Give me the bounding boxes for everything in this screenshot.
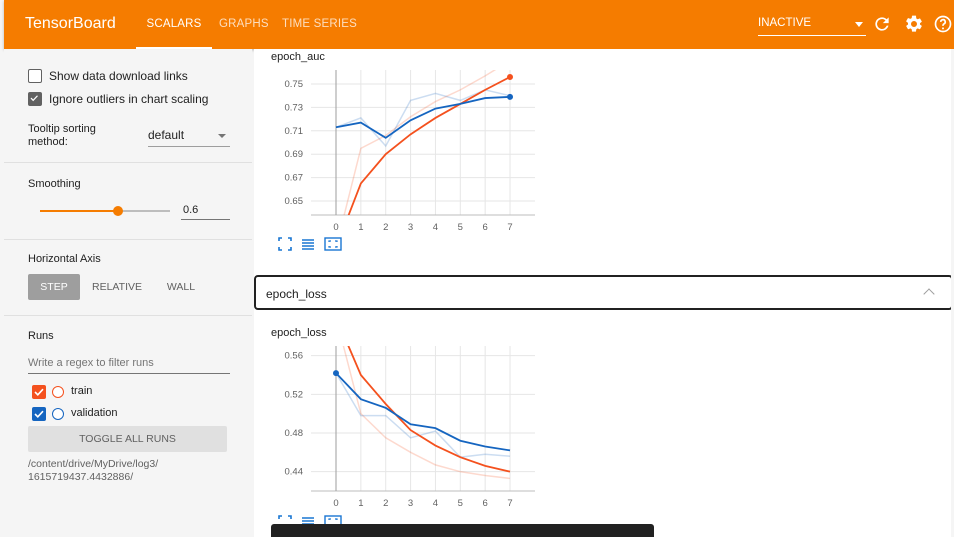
y-tick-label: 0.69 [285, 149, 304, 160]
run-name: train [71, 385, 93, 397]
x-tick-label: 2 [383, 498, 388, 509]
chart-title: epoch_loss [271, 327, 327, 339]
fit-domain-icon[interactable] [278, 237, 296, 251]
x-tick-label: 1 [358, 498, 363, 509]
y-tick-label: 0.75 [285, 79, 304, 90]
runs-filter-input[interactable]: Write a regex to filter runs [28, 356, 230, 374]
tab-time-series[interactable]: TIME SERIES [282, 0, 357, 49]
tooltip-sorting-label: Tooltip sorting method: [28, 123, 96, 148]
smoothing-value-input[interactable]: 0.6 [181, 200, 230, 220]
expand-chart-icon[interactable] [324, 237, 342, 251]
chevron-down-icon [855, 22, 863, 27]
refresh-icon[interactable] [872, 14, 892, 34]
y-tick-label: 0.56 [285, 351, 304, 362]
series-line-train [347, 346, 511, 473]
smoothing-slider-fill [40, 210, 118, 212]
group-header-title: epoch_loss [266, 287, 327, 301]
axis-step-button[interactable]: STEP [28, 274, 80, 300]
tooltip-sorting-select[interactable]: default [148, 125, 230, 147]
log-directory-path: /content/drive/MyDrive/log3/ 1615719437.… [28, 458, 159, 483]
y-tick-label: 0.44 [285, 467, 304, 478]
show-download-links-label: Show data download links [49, 69, 188, 83]
data-point-train [507, 74, 514, 81]
x-tick-label: 7 [507, 498, 512, 509]
chart-epoch-loss[interactable]: 0 1 2 3 4 5 6 7 0.56 0.52 0.48 0.44 [254, 341, 554, 511]
chart-title: epoch_auc [271, 51, 325, 63]
x-tick-label: 7 [507, 222, 512, 233]
data-point-validation [507, 93, 514, 100]
checkbox-checked-icon[interactable] [32, 385, 46, 399]
x-tick-label: 5 [458, 222, 463, 233]
reload-status-value: INACTIVE [758, 17, 812, 29]
x-tick-label: 0 [333, 222, 338, 233]
run-name: validation [71, 407, 118, 419]
smoothing-slider-thumb[interactable] [113, 206, 123, 216]
runs-label: Runs [28, 330, 54, 342]
top-app-bar: TensorBoard SCALARS GRAPHS TIME SERIES I… [4, 0, 954, 49]
group-header-epoch-loss[interactable]: epoch_loss [254, 275, 953, 310]
x-tick-label: 6 [483, 222, 488, 233]
chevron-up-icon[interactable] [923, 288, 935, 300]
smoothing-label: Smoothing [28, 178, 81, 190]
x-tick-label: 2 [383, 222, 388, 233]
chart-toolbar [278, 237, 347, 251]
x-tick-label: 4 [433, 498, 438, 509]
x-tick-label: 0 [333, 498, 338, 509]
y-tick-label: 0.52 [285, 389, 304, 400]
axis-wall-button[interactable]: WALL [156, 274, 206, 300]
x-tick-label: 1 [358, 222, 363, 233]
chart-epoch-auc[interactable]: 0 1 2 3 4 5 6 7 0.75 0.73 0.71 0.69 0.67 0.65 [254, 65, 554, 235]
x-tick-label: 6 [483, 498, 488, 509]
series-line-train [347, 76, 511, 215]
chevron-down-icon [218, 134, 226, 138]
run-color-circle-icon[interactable] [52, 386, 64, 398]
tab-scalars[interactable]: SCALARS [136, 0, 212, 49]
reload-status-select[interactable]: INACTIVE [758, 12, 866, 36]
horizontal-axis-label: Horizontal Axis [28, 253, 101, 265]
tooltip-sorting-value: default [148, 128, 185, 142]
tab-graphs[interactable]: GRAPHS [219, 0, 269, 49]
y-tick-label: 0.73 [285, 102, 304, 113]
y-tick-label: 0.65 [285, 196, 304, 207]
toggle-all-runs-button[interactable]: TOGGLE ALL RUNS [28, 426, 227, 452]
ignore-outliers-label: Ignore outliers in chart scaling [49, 92, 209, 106]
gear-icon[interactable] [904, 14, 924, 34]
data-table-icon[interactable] [301, 237, 319, 251]
series-line-validation [335, 95, 511, 139]
checkbox-checked-icon[interactable] [32, 407, 46, 421]
tab-scalars-label: SCALARS [146, 18, 202, 30]
y-tick-label: 0.48 [285, 428, 304, 439]
raw-series-line-train [342, 346, 511, 480]
checkbox-unchecked-icon [28, 69, 42, 83]
axis-relative-button[interactable]: RELATIVE [86, 274, 148, 300]
divider [4, 315, 252, 316]
settings-section: Show data download links Ignore outliers… [4, 49, 252, 163]
checkbox-checked-icon [28, 92, 42, 106]
x-tick-label: 3 [408, 498, 413, 509]
x-tick-label: 4 [433, 222, 438, 233]
y-tick-label: 0.71 [285, 126, 304, 137]
main-content: epoch_auc 0 1 2 3 4 5 6 7 0.75 0.73 0.71 0.69 0.67 0.… [254, 49, 954, 537]
data-point-validation [333, 370, 339, 377]
x-tick-label: 5 [458, 498, 463, 509]
raw-series-line-validation [335, 372, 511, 458]
y-tick-label: 0.67 [285, 173, 304, 184]
help-icon[interactable] [933, 14, 953, 34]
brand-title: TensorBoard [25, 15, 116, 32]
x-tick-label: 3 [408, 222, 413, 233]
sidebar: Show data download links Ignore outliers… [4, 49, 252, 537]
run-color-circle-icon[interactable] [52, 408, 64, 420]
divider [4, 239, 252, 240]
tooltip-popup [271, 524, 654, 537]
